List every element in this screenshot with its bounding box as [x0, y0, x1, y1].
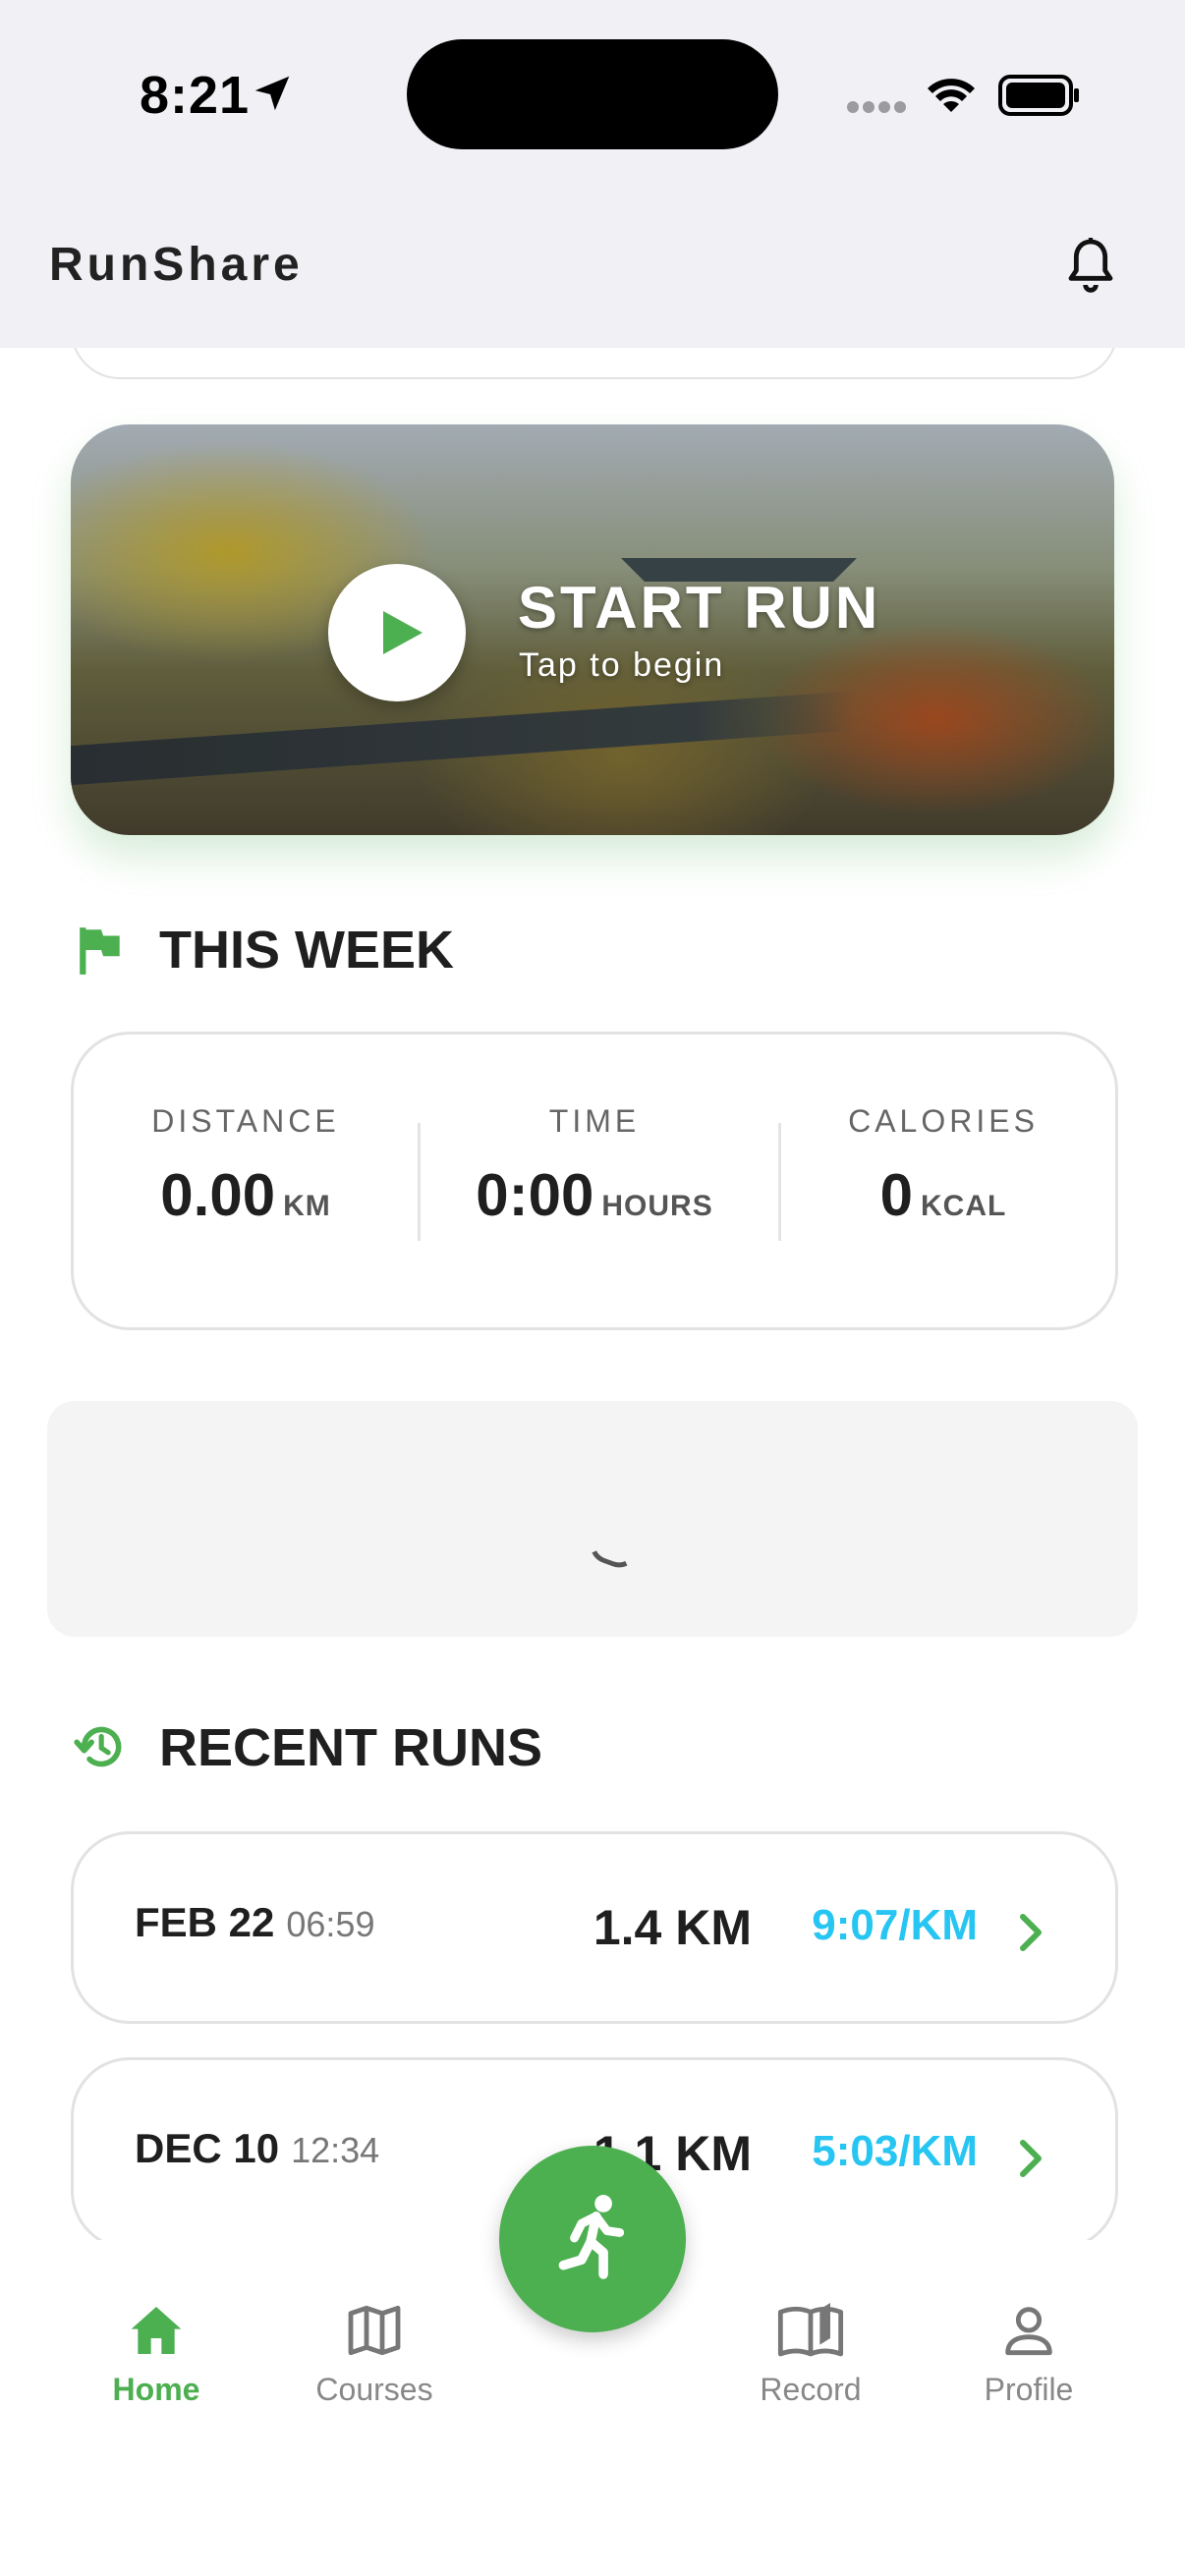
tab-label: Profile	[984, 2372, 1074, 2407]
app-title: RunShare	[49, 239, 304, 291]
flag-icon	[80, 927, 120, 975]
tab-home[interactable]: Home	[58, 2299, 254, 2408]
run-time: 12:34	[291, 2130, 380, 2170]
home-icon	[131, 2307, 182, 2354]
person-icon	[1005, 2307, 1052, 2356]
stat-label: DISTANCE	[151, 1103, 340, 1139]
home-scroll-content[interactable]: START RUN Tap to begin THIS WEEK DISTANC…	[0, 348, 1185, 2240]
stat-time: TIME 0:00 HOURS	[423, 1103, 766, 1229]
recent-runs-header: RECENT RUNS	[74, 1713, 764, 1782]
history-icon	[74, 1726, 122, 1767]
this-week-header: THIS WEEK	[77, 916, 666, 984]
stat-calories: CALORIES 0 KCAL	[771, 1103, 1115, 1229]
running-person-icon	[558, 2195, 625, 2279]
run-time: 06:59	[286, 1904, 375, 1944]
tab-courses[interactable]: Courses	[276, 2299, 473, 2408]
dynamic-island	[407, 39, 778, 149]
run-row[interactable]: FEB 22 06:59 1.4 KM 9:07/KM	[71, 1831, 1118, 2024]
recent-runs-title: RECENT RUNS	[159, 1718, 543, 1777]
run-distance: 1.4 KM	[592, 1900, 752, 1955]
location-arrow-icon	[254, 76, 290, 111]
stat-value: 0:00	[476, 1162, 594, 1228]
map-icon	[348, 2305, 401, 2356]
run-pace: 5:03/KM	[812, 2127, 978, 2175]
stat-unit: HOURS	[601, 1190, 713, 1222]
notification-bell-icon[interactable]	[1059, 234, 1122, 297]
tab-label: Courses	[315, 2372, 433, 2407]
play-icon	[383, 611, 423, 654]
loading-panel	[47, 1401, 1138, 1637]
stat-value: 0	[879, 1162, 914, 1228]
stat-value: 0.00	[160, 1162, 276, 1228]
status-bar: 8:21	[0, 0, 1185, 187]
tab-label: Home	[112, 2372, 200, 2407]
run-date: FEB 22	[135, 1899, 275, 1945]
app-header: RunShare	[0, 187, 1185, 348]
stat-unit: KCAL	[921, 1190, 1007, 1222]
chevron-right-icon	[1020, 2140, 1042, 2177]
book-icon	[777, 2303, 844, 2357]
run-date: DEC 10	[135, 2125, 280, 2171]
status-time: 8:21	[140, 66, 251, 125]
partial-card	[71, 348, 1118, 379]
start-run-title: START RUN	[518, 575, 881, 641]
wifi-icon	[928, 79, 975, 112]
weekly-stats-card: DISTANCE 0.00 KM TIME 0:00 HOURS CALORIES …	[71, 1032, 1118, 1330]
stat-label: TIME	[548, 1103, 641, 1139]
stat-unit: KM	[283, 1190, 331, 1222]
battery-icon	[998, 75, 1079, 116]
this-week-title: THIS WEEK	[159, 921, 455, 980]
tab-record[interactable]: Record	[712, 2299, 909, 2408]
divider	[418, 1123, 421, 1241]
start-run-subtitle: Tap to begin	[519, 646, 725, 684]
run-pace: 9:07/KM	[812, 1901, 978, 1949]
chevron-right-icon	[1020, 1914, 1042, 1951]
tab-profile[interactable]: Profile	[931, 2299, 1127, 2408]
cellular-signal-icon	[847, 100, 910, 118]
start-run-fab[interactable]	[499, 2146, 686, 2332]
play-button[interactable]	[328, 564, 466, 701]
stat-label: CALORIES	[848, 1103, 1039, 1139]
stat-distance: DISTANCE 0.00 KM	[74, 1103, 418, 1229]
start-run-card[interactable]: START RUN Tap to begin	[71, 424, 1114, 835]
tab-label: Record	[760, 2372, 862, 2407]
